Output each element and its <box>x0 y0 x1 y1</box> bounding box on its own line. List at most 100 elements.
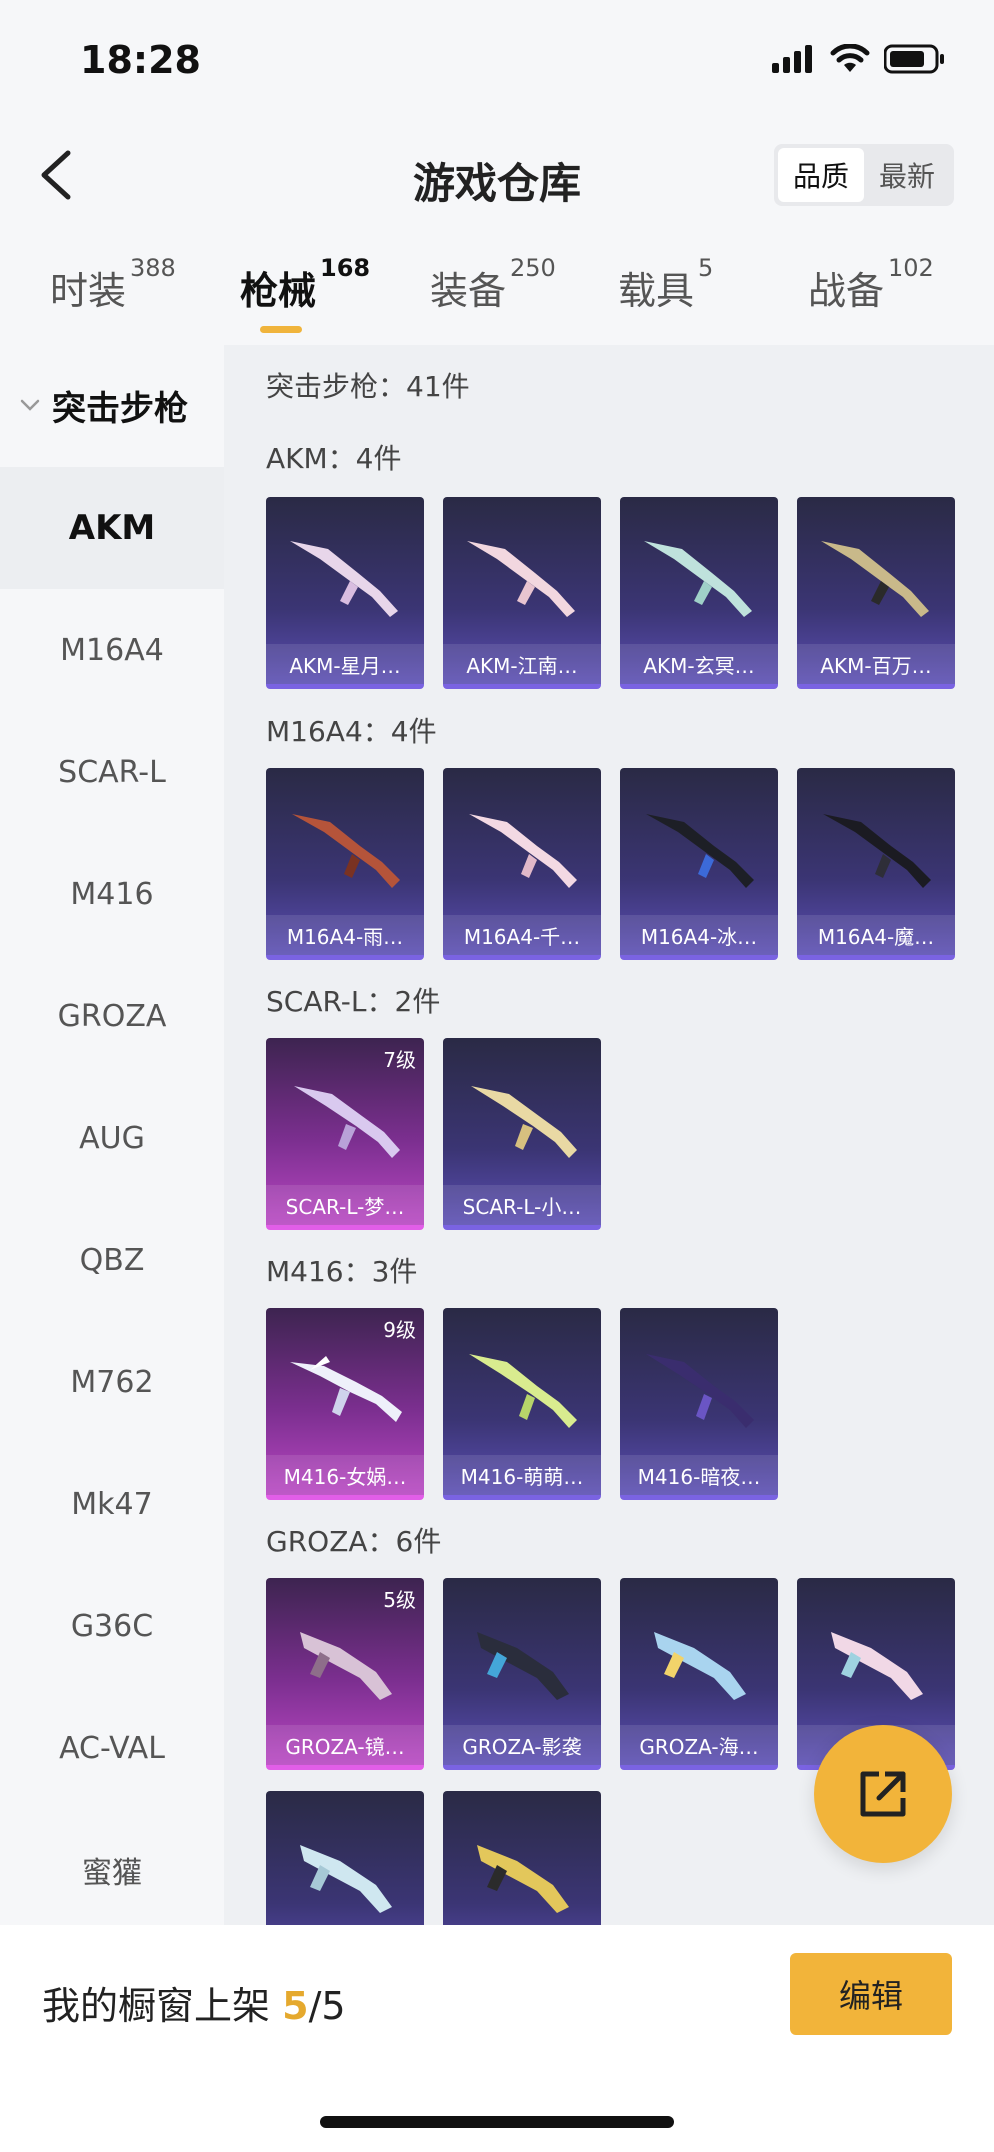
rifle-icon <box>646 814 754 888</box>
rifle-icon <box>831 1632 923 1700</box>
weapon-grid: 突击步枪：41件 AKM：4件 AKM-星月… AKM-江南… AKM-玄冥… … <box>224 345 994 1925</box>
tab-label: 枪械 <box>240 269 317 313</box>
sidebar-item-honey-badger[interactable]: 蜜獾 <box>0 1809 224 1931</box>
weapon-card[interactable]: 9级 M416-女娲… <box>266 1308 424 1500</box>
weapon-card[interactable] <box>443 1791 601 1925</box>
weapon-card[interactable]: 5级 GROZA-镜… <box>266 1578 424 1770</box>
weapon-name: M16A4-魔… <box>797 915 955 955</box>
category-tabs: 时装388 枪械168 装备250 载具5 战备102 <box>0 250 994 340</box>
sidebar-item-mk47[interactable]: Mk47 <box>0 1443 224 1565</box>
section-title-m16a4: M16A4：4件 <box>266 715 437 748</box>
sidebar-item-g36c[interactable]: G36C <box>0 1565 224 1687</box>
status-time: 18:28 <box>80 38 201 82</box>
weapon-name: M416-暗夜… <box>620 1455 778 1495</box>
rifle-icon <box>294 1086 400 1158</box>
weapon-card[interactable]: AKM-星月… <box>266 497 424 689</box>
rifle-icon <box>477 1845 569 1913</box>
status-bar: 18:28 <box>0 0 994 120</box>
weapon-card[interactable]: M16A4-千… <box>443 768 601 960</box>
section-title-m416: M416：3件 <box>266 1255 418 1288</box>
showcase-total: 5 <box>321 1984 346 2028</box>
weapon-name: SCAR-L-梦… <box>266 1185 424 1225</box>
wifi-icon <box>830 44 870 72</box>
signal-icon <box>772 45 812 73</box>
sidebar-item-m762[interactable]: M762 <box>0 1321 224 1443</box>
rifle-icon <box>477 1632 569 1700</box>
weapon-name: M16A4-雨… <box>266 915 424 955</box>
weapon-card[interactable]: GROZA-海… <box>620 1578 778 1770</box>
weapon-name: AKM-江南… <box>443 644 601 684</box>
sort-option-newest[interactable]: 最新 <box>864 148 950 202</box>
share-icon <box>860 1771 906 1817</box>
sidebar-item-akm[interactable]: AKM <box>0 467 224 589</box>
tab-label: 装备 <box>430 269 507 313</box>
tab-count: 168 <box>320 254 371 282</box>
tab-label: 载具 <box>618 269 695 313</box>
weapon-card[interactable]: SCAR-L-小… <box>443 1038 601 1230</box>
header: 游戏仓库 品质 最新 <box>0 120 994 230</box>
tab-guns[interactable]: 枪械168 <box>240 254 370 315</box>
weapon-card[interactable]: AKM-江南… <box>443 497 601 689</box>
sidebar-item-m416[interactable]: M416 <box>0 833 224 955</box>
sidebar-group-assault-rifle[interactable]: 突击步枪 <box>0 345 224 465</box>
rifle-icon <box>646 1354 754 1428</box>
weapon-card[interactable]: M416-暗夜… <box>620 1308 778 1500</box>
weapon-card[interactable]: M416-萌萌… <box>443 1308 601 1500</box>
sort-toggle: 品质 最新 <box>774 144 954 206</box>
sidebar-item-groza[interactable]: GROZA <box>0 955 224 1077</box>
share-button[interactable] <box>814 1725 952 1863</box>
rifle-icon <box>654 1632 746 1700</box>
total-count: 突击步枪：41件 <box>266 370 470 403</box>
sidebar-item-m16a4[interactable]: M16A4 <box>0 589 224 711</box>
rifle-icon <box>292 814 400 888</box>
tab-count: 250 <box>510 254 556 282</box>
edit-button[interactable]: 编辑 <box>790 1953 952 2035</box>
weapon-card[interactable]: AKM-玄冥… <box>620 497 778 689</box>
showcase-label: 我的橱窗上架 <box>42 1984 271 2028</box>
weapon-card[interactable]: AKM-百万… <box>797 497 955 689</box>
weapon-card[interactable]: GROZA-影袭 <box>443 1578 601 1770</box>
rifle-icon <box>469 814 577 888</box>
sidebar-item-ac-val[interactable]: AC-VAL <box>0 1687 224 1809</box>
tab-count: 5 <box>698 254 714 282</box>
tab-label: 战备 <box>808 269 885 313</box>
weapon-name: M416-女娲… <box>266 1455 424 1495</box>
sidebar-group-label: 突击步枪 <box>52 388 188 429</box>
battery-icon <box>884 44 944 74</box>
weapon-name: M16A4-千… <box>443 915 601 955</box>
tab-fashion[interactable]: 时装388 <box>50 254 176 315</box>
weapon-card[interactable]: M16A4-魔… <box>797 768 955 960</box>
weapon-name: M16A4-冰… <box>620 915 778 955</box>
tab-supplies[interactable]: 战备102 <box>808 254 934 315</box>
rifle-icon <box>290 541 398 617</box>
sidebar-item-aug[interactable]: AUG <box>0 1077 224 1199</box>
weapon-name: AKM-百万… <box>797 644 955 684</box>
tab-vehicles[interactable]: 载具5 <box>618 254 713 315</box>
weapon-card[interactable]: 7级 SCAR-L-梦… <box>266 1038 424 1230</box>
weapon-card[interactable] <box>266 1791 424 1925</box>
showcase-current: 5 <box>282 1984 309 2028</box>
weapon-type-sidebar: 突击步枪 AKM M16A4 SCAR-L M416 GROZA AUG QBZ… <box>0 345 224 1925</box>
showcase-separator: / <box>308 1984 322 2028</box>
weapon-name: AKM-玄冥… <box>620 644 778 684</box>
sidebar-item-scar-l[interactable]: SCAR-L <box>0 711 224 833</box>
rifle-icon <box>300 1845 392 1913</box>
rifle-icon <box>300 1632 392 1700</box>
weapon-card[interactable]: M16A4-雨… <box>266 768 424 960</box>
status-icons <box>772 44 946 74</box>
weapon-name: AKM-星月… <box>266 644 424 684</box>
section-title-groza: GROZA：6件 <box>266 1525 442 1558</box>
chevron-down-icon <box>20 399 40 411</box>
weapon-name: SCAR-L-小… <box>443 1185 601 1225</box>
rifle-icon <box>471 1086 577 1158</box>
rifle-icon <box>823 814 931 888</box>
section-title-scar-l: SCAR-L：2件 <box>266 985 441 1018</box>
tab-equipment[interactable]: 装备250 <box>430 254 556 315</box>
sort-option-quality[interactable]: 品质 <box>778 148 864 202</box>
sidebar-item-qbz[interactable]: QBZ <box>0 1199 224 1321</box>
tab-count: 388 <box>130 254 176 282</box>
weapon-name: GROZA-影袭 <box>443 1725 601 1765</box>
home-indicator <box>320 2116 674 2128</box>
tab-label: 时装 <box>50 269 127 313</box>
weapon-card[interactable]: M16A4-冰… <box>620 768 778 960</box>
